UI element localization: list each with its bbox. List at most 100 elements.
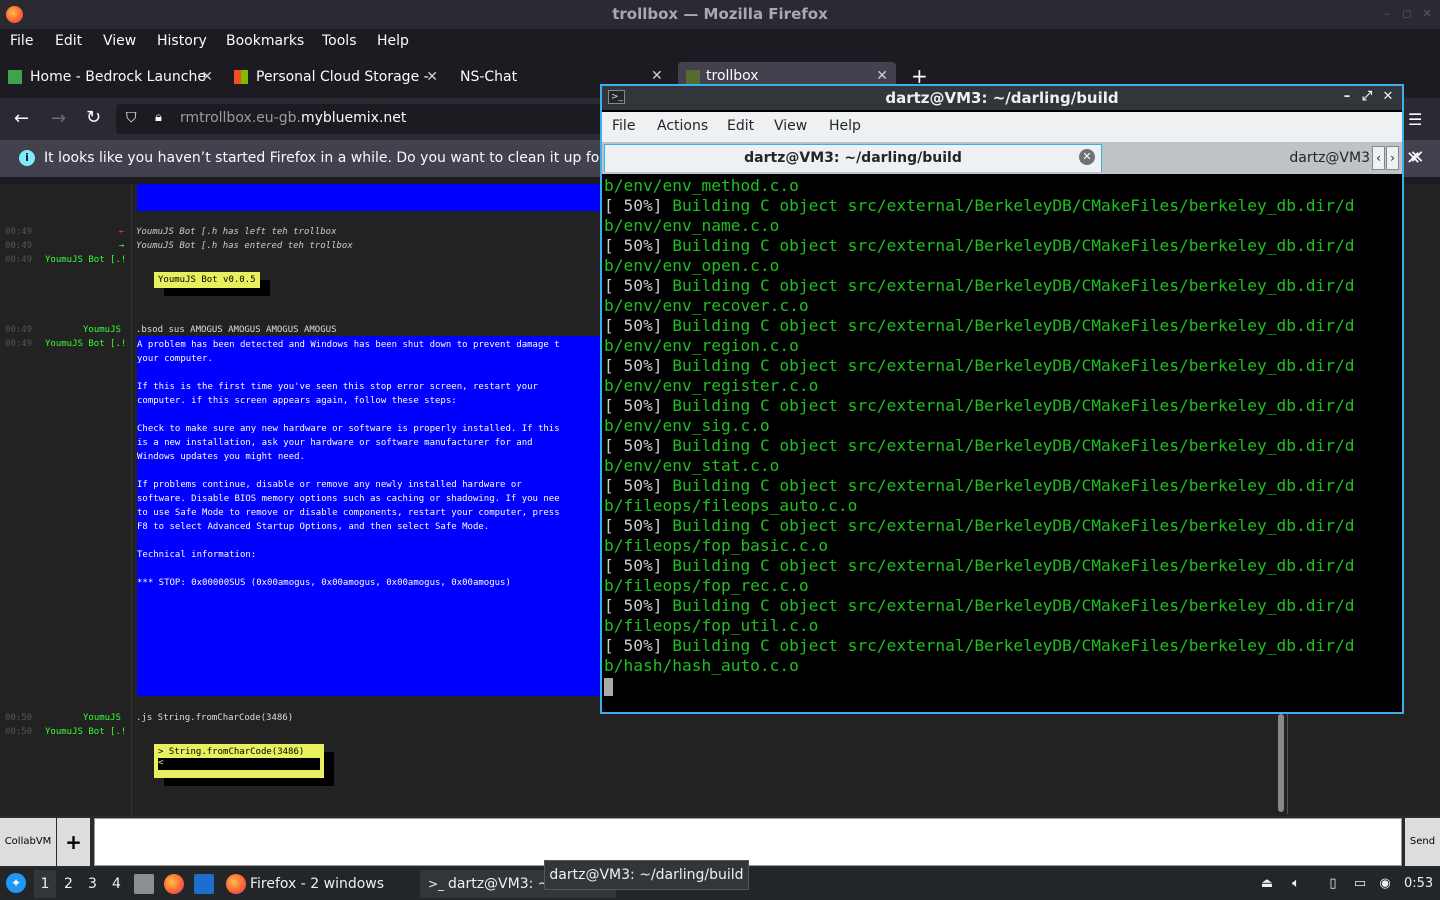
maximize-icon[interactable]: ◻: [1400, 7, 1414, 21]
chat-scrollbar[interactable]: [1278, 714, 1284, 812]
build-line: [ 50%] Building C object src/external/Be…: [604, 556, 1400, 576]
chat-line: 00:49 ← YoumuJS Bot [.h has left teh troll…: [5, 227, 337, 237]
close-tab-icon[interactable]: ✕: [1406, 146, 1428, 170]
chat-line: 00:49 YoumuJS .bsod sus AMOGUS AMOGUS AMOG…: [5, 325, 337, 335]
build-message: Building C object src/external/BerkeleyD…: [672, 356, 1355, 375]
terminal-line: b/env/env_method.c.o: [604, 176, 799, 195]
build-message: Building C object src/external/BerkeleyD…: [672, 636, 1355, 655]
tab-bedrock[interactable]: Home - Bedrock Launche ✕: [8, 62, 213, 92]
reload-icon[interactable]: ↻: [86, 107, 101, 128]
build-line-continuation: b/env/env_open.c.o: [604, 256, 780, 275]
menu-history[interactable]: History: [157, 33, 207, 49]
tab-scroll-right-icon[interactable]: ›: [1386, 146, 1399, 170]
start-menu-icon[interactable]: ✦: [6, 873, 26, 893]
clipboard-icon[interactable]: ▯: [1324, 875, 1342, 893]
screen-icon[interactable]: ▭: [1351, 875, 1369, 893]
workspace-1[interactable]: 1: [34, 870, 56, 898]
terminal-tab-second[interactable]: dartz@VM3: [1104, 144, 1372, 172]
minimize-icon[interactable]: –: [1380, 7, 1394, 21]
collabvm-button[interactable]: CollabVM: [0, 818, 56, 866]
tray-arrow-icon[interactable]: ⏏: [1258, 875, 1276, 893]
menu-view[interactable]: View: [103, 33, 136, 49]
terminal-output[interactable]: b/env/env_method.c.o [ 50%] Building C o…: [604, 176, 1400, 708]
build-line-continuation: b/env/env_region.c.o: [604, 336, 799, 355]
build-message: Building C object src/external/BerkeleyD…: [672, 436, 1355, 455]
notification-text: It looks like you haven’t started Firefo…: [44, 150, 604, 166]
volume-icon[interactable]: 🔈︎: [1287, 875, 1305, 893]
lock-icon[interactable]: 🔒︎: [155, 110, 162, 125]
shield-icon[interactable]: ⛉: [126, 110, 137, 126]
build-line: [ 50%] Building C object src/external/Be…: [604, 516, 1400, 536]
back-icon[interactable]: ←: [14, 108, 29, 129]
close-icon[interactable]: ✕: [1379, 88, 1397, 106]
build-message: Building C object src/external/BerkeleyD…: [672, 516, 1355, 535]
terminal-icon: >_: [428, 877, 445, 891]
terminal-tab-active[interactable]: dartz@VM3: ~/darling/build: [604, 144, 1102, 172]
tab-personal-cloud[interactable]: Personal Cloud Storage - ✕: [234, 62, 438, 92]
hamburger-menu-icon[interactable]: ☰: [1408, 110, 1422, 129]
terminal-menu-edit[interactable]: Edit: [727, 118, 754, 134]
close-icon[interactable]: ✕: [1420, 7, 1434, 21]
workspace-4[interactable]: 4: [112, 876, 121, 892]
build-message: Building C object src/external/BerkeleyD…: [672, 316, 1355, 335]
build-line-continuation: b/fileops/fop_rec.c.o: [604, 576, 809, 595]
forward-icon[interactable]: →: [51, 108, 66, 129]
terminal-tab-close-icon[interactable]: ✕: [1079, 149, 1095, 165]
tab-scroll-left-icon[interactable]: ‹: [1372, 146, 1385, 170]
tab-close-icon[interactable]: ✕: [201, 62, 213, 92]
build-percent: [ 50%]: [604, 476, 663, 495]
build-line: [ 50%] Building C object src/external/Be…: [604, 196, 1400, 216]
workspace-2[interactable]: 2: [64, 876, 73, 892]
firefox-logo-icon: [6, 6, 23, 23]
firefox-icon: [226, 874, 246, 894]
send-button[interactable]: Send: [1405, 818, 1440, 866]
terminal-menu-actions[interactable]: Actions: [657, 118, 708, 134]
file-manager-icon[interactable]: [134, 874, 154, 894]
info-icon: i: [19, 150, 35, 166]
maximize-icon[interactable]: ⤢: [1358, 88, 1376, 106]
menu-file[interactable]: File: [10, 33, 33, 49]
build-message: Building C object src/external/BerkeleyD…: [672, 236, 1355, 255]
menu-help[interactable]: Help: [377, 33, 409, 49]
url-domain: mybluemix.net: [300, 110, 407, 126]
firefox-launcher-icon[interactable]: [164, 874, 184, 894]
firefox-taskbar-button[interactable]: Firefox - 2 windows: [222, 870, 418, 898]
tab-close-icon[interactable]: ✕: [651, 68, 663, 84]
menu-bookmarks[interactable]: Bookmarks: [226, 33, 304, 49]
network-icon[interactable]: ◉: [1376, 875, 1394, 893]
cloud-storage-icon: [234, 70, 248, 84]
build-line-continuation: b/env/env_stat.c.o: [604, 456, 780, 475]
tab-close-icon[interactable]: ✕: [426, 62, 438, 92]
build-line-continuation: b/hash/hash_auto.c.o: [604, 656, 799, 675]
build-line: [ 50%] Building C object src/external/Be…: [604, 436, 1400, 456]
chat-message-input[interactable]: [94, 818, 1402, 866]
chat-line: 00:49 → YoumuJS Bot [.h has entered teh tr…: [5, 241, 353, 251]
terminal-menu-help[interactable]: Help: [829, 118, 861, 134]
chat-line: 00:50 YoumuJS Bot [.!: [5, 727, 127, 737]
url-text[interactable]: rmtrollbox.eu-gb.mybluemix.net: [180, 110, 406, 126]
firefox-titlebar: trollbox — Mozilla Firefox: [0, 0, 1440, 29]
build-line-continuation: b/env/env_name.c.o: [604, 216, 780, 235]
js-result-output: <: [158, 758, 320, 770]
build-percent: [ 50%]: [604, 436, 663, 455]
taskbar-tooltip: dartz@VM3: ~/darling/build: [544, 860, 749, 890]
build-message: Building C object src/external/BerkeleyD…: [672, 596, 1355, 615]
terminal-menu-view[interactable]: View: [774, 118, 807, 134]
build-percent: [ 50%]: [604, 316, 663, 335]
add-button[interactable]: +: [57, 818, 90, 866]
menu-edit[interactable]: Edit: [55, 33, 82, 49]
build-percent: [ 50%]: [604, 636, 663, 655]
tab-label: trollbox: [706, 68, 759, 84]
tab-label: Home - Bedrock Launche: [30, 69, 206, 85]
tab-close-icon[interactable]: ✕: [876, 68, 888, 84]
user-list-panel: [1287, 714, 1440, 814]
minimize-icon[interactable]: –: [1338, 88, 1356, 106]
terminal-menu-file[interactable]: File: [612, 118, 635, 134]
js-result-box: > String.fromCharCode(3486) <: [154, 744, 324, 778]
workspace-3[interactable]: 3: [88, 876, 97, 892]
desktop-icon[interactable]: [194, 874, 214, 894]
build-percent: [ 50%]: [604, 516, 663, 535]
build-line-continuation: b/env/env_register.c.o: [604, 376, 819, 395]
terminal-titlebar[interactable]: dartz@VM3: ~/darling/build: [602, 86, 1402, 110]
menu-tools[interactable]: Tools: [322, 33, 357, 49]
